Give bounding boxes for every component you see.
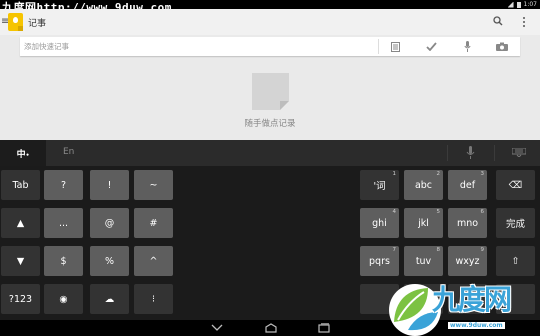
keep-logo-icon[interactable] [8,13,23,31]
key-label: jkl [418,217,429,229]
empty-note-icon [252,73,289,110]
key-label: @ [104,217,115,229]
key-label: pqrs [369,255,390,267]
chinese-mode-label: 中 [16,149,26,160]
key-left-r2-2[interactable]: % [90,246,129,276]
divider [378,39,379,54]
key-label: Tab [12,179,29,191]
up-arrow-icon: ▲ [16,217,25,229]
quick-note-bar[interactable]: 添加快速记事 [20,37,520,56]
key-label: ... [58,217,69,229]
search-icon[interactable] [493,16,503,26]
checklist-button[interactable] [424,40,438,53]
battery-icon [516,1,521,8]
voice-note-button[interactable] [460,40,474,53]
signal-icon [507,1,514,8]
chinese-mode-tab[interactable]: 中 • [0,140,46,166]
key-left-r3-0[interactable]: ?123 [1,284,40,314]
key-label: mno [456,217,479,229]
key-label: ? [60,179,67,191]
key-left-r1-2[interactable]: @ [90,208,129,238]
key-left-r0-2[interactable]: ! [90,170,129,200]
settings-icon: ⁝ [151,293,156,305]
key-label: $ [60,255,67,267]
key-left-r2-1[interactable]: $ [44,246,83,276]
key-label: wxyz [455,255,480,267]
key-left-r3-3[interactable]: ⁝ [134,284,173,314]
watermark-brand: 九度网 [432,283,512,316]
key-left-r3-1[interactable]: ◉ [44,284,83,314]
key-left-r3-2[interactable]: ☁ [90,284,129,314]
key-left-r1-0[interactable]: ▲ [1,208,40,238]
empty-state-text: 随手做点记录 [244,119,296,129]
keyboard-microphone-icon[interactable] [466,146,475,160]
camera-note-button[interactable] [495,40,509,53]
key-label: abc [414,179,433,191]
status-icons: 1:07 [507,1,537,8]
divider [494,145,495,161]
app-title: 记事 [28,19,47,29]
key-left-r1-3[interactable]: # [134,208,173,238]
key-label: 完成 [505,219,525,230]
key-number: 1 [392,171,397,177]
key-label: def [459,179,476,191]
key-number: 2 [436,171,441,177]
key-label: tuv [415,255,432,267]
key-right-r0-2[interactable]: def 3 [448,170,487,200]
status-bar: 九度网http://www.9duw.com 1:07 [0,0,540,14]
overflow-menu-icon[interactable] [521,16,527,28]
back-icon[interactable] [211,323,223,333]
key-label: ^ [149,255,158,267]
keyboard-toolbar: 中 • En [0,140,540,166]
app-bar: ≡ 记事 [0,9,540,35]
key-left-r0-3[interactable]: ~ [134,170,173,200]
key-right-r1-0[interactable]: ghi 4 [360,208,399,238]
key-label: ~ [149,179,158,191]
list-note-button[interactable] [388,40,402,53]
key-left-r0-1[interactable]: ? [44,170,83,200]
down-arrow-icon: ▼ [16,255,25,267]
key-label: ?123 [8,293,33,305]
globe-icon: ◉ [59,293,68,305]
key-label: # [149,217,158,229]
key-right-r1-2[interactable]: mno 6 [448,208,487,238]
english-mode-tab[interactable]: En [63,147,74,157]
key-number: 7 [392,247,397,253]
quick-note-input[interactable]: 添加快速记事 [24,41,69,52]
key-number: 4 [392,209,397,215]
key-number: 5 [436,209,441,215]
notes-content: 添加快速记事 随手做点记录 [0,35,540,140]
emoticon-icon: ☁ [104,293,115,305]
hide-keyboard-icon[interactable] [512,148,526,157]
divider [447,145,448,161]
checkmark-icon [425,42,437,51]
key-left-r0-0[interactable]: Tab [1,170,40,200]
key-right-r0-3[interactable]: ⌫ [496,170,535,200]
key-left-r2-3[interactable]: ^ [134,246,173,276]
microphone-icon [463,41,471,52]
watermark-url: www.9duw.com [448,322,505,329]
key-left-r2-0[interactable]: ▼ [1,246,40,276]
key-label: '词 [373,181,386,192]
key-right-r1-3[interactable]: 完成 [496,208,535,238]
key-left-r1-1[interactable]: ... [44,208,83,238]
key-label: ! [107,179,112,191]
shift-icon: ⇧ [511,255,520,267]
key-right-r0-1[interactable]: abc 2 [404,170,443,200]
key-label: ghi [372,217,387,229]
backspace-icon: ⌫ [508,179,523,191]
camera-icon [496,42,508,51]
key-number: 8 [436,247,441,253]
key-number: 6 [480,209,485,215]
key-number: 3 [480,171,485,177]
clock: 1:07 [523,1,537,8]
key-right-r1-1[interactable]: jkl 5 [404,208,443,238]
key-number: 9 [480,247,485,253]
recents-icon[interactable] [318,323,330,333]
list-icon [390,41,400,52]
key-right-r0-0[interactable]: '词 1 [360,170,399,200]
home-icon[interactable] [265,323,277,333]
key-label: % [104,255,115,267]
